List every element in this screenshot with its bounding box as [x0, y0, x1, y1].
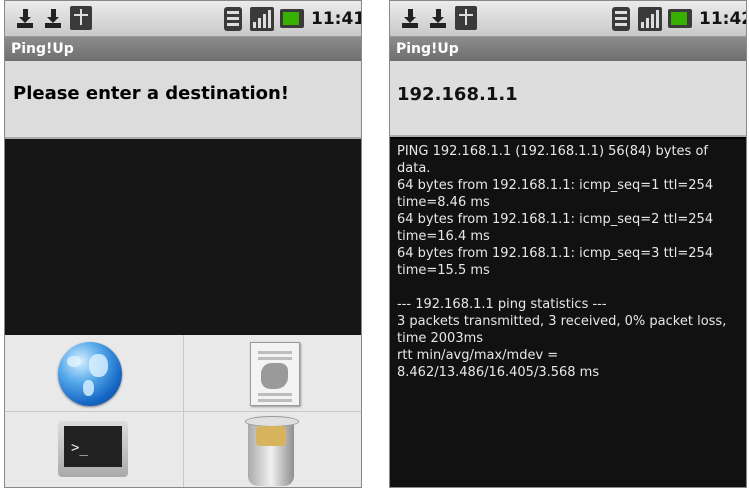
download-notification-icon — [400, 7, 420, 29]
right-phone-screen: 11:42 Ping!Up 192.168.1.1 PING 192.168.1… — [389, 0, 747, 488]
menu-item-document[interactable] — [184, 335, 361, 412]
empty-output-area — [5, 139, 361, 335]
trash-icon — [245, 416, 299, 486]
wifi-icon — [612, 7, 630, 31]
menu-item-clear[interactable] — [184, 412, 361, 487]
download-notification-icon — [43, 7, 63, 29]
status-bar: 11:42 — [390, 1, 746, 37]
action-grid: >_ — [5, 335, 361, 487]
battery-icon — [668, 9, 692, 28]
left-phone-screen: 11:41 Ping!Up Please enter a destination… — [4, 0, 362, 488]
battery-icon — [280, 9, 304, 28]
document-icon — [250, 342, 300, 406]
ping-output-text: PING 192.168.1.1 (192.168.1.1) 56(84) by… — [397, 144, 727, 380]
clock: 11:41 — [311, 9, 362, 29]
ping-output-area: PING 192.168.1.1 (192.168.1.1) 56(84) by… — [390, 139, 746, 487]
destination-value: 192.168.1.1 — [397, 84, 518, 105]
destination-input[interactable]: 192.168.1.1 — [390, 61, 746, 137]
signal-icon — [638, 7, 662, 31]
download-notification-icon — [15, 7, 35, 29]
usb-icon — [70, 6, 92, 30]
download-notification-icon — [428, 7, 448, 29]
menu-item-network[interactable] — [5, 335, 184, 412]
globe-icon — [58, 342, 122, 406]
menu-item-terminal[interactable]: >_ — [5, 412, 184, 487]
destination-prompt: Please enter a destination! — [13, 83, 290, 104]
signal-icon — [250, 7, 274, 31]
clock: 11:42 — [699, 9, 746, 29]
app-title: Ping!Up — [5, 37, 361, 61]
terminal-icon: >_ — [58, 421, 128, 477]
wifi-icon — [224, 7, 242, 31]
usb-icon — [455, 6, 477, 30]
app-title: Ping!Up — [390, 37, 746, 61]
status-bar: 11:41 — [5, 1, 361, 37]
destination-panel[interactable]: Please enter a destination! — [5, 61, 361, 139]
